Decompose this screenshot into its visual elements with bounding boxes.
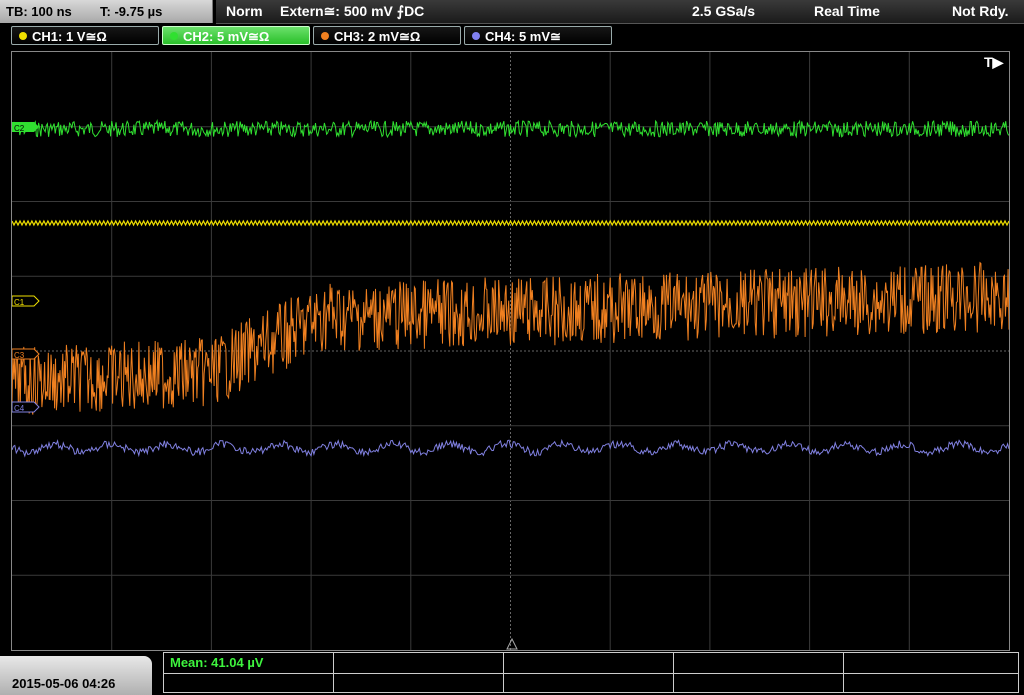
- channel-1-color-icon: [19, 32, 27, 40]
- timebase-value: TB: 100 ns: [6, 4, 72, 19]
- channel-4-marker-label: C4: [14, 404, 25, 413]
- channel-4-marker[interactable]: C4: [12, 401, 40, 413]
- channel-2-marker[interactable]: C2: [12, 122, 39, 133]
- top-status-bar: TB: 100 ns T: -9.75 µs Norm Extern≅: 500…: [0, 0, 1024, 24]
- measurement-table[interactable]: Mean: 41.04 µV: [163, 652, 1019, 693]
- run-status: Not Rdy.: [952, 3, 1009, 19]
- channel-2-color-icon: [170, 32, 178, 40]
- trigger-time-value: T: -9.75 µs: [100, 4, 163, 19]
- waveform-display[interactable]: C2 C1 C3 C4 T▶: [11, 51, 1010, 651]
- channel-4-tab[interactable]: CH4: 5 mV≅: [464, 26, 612, 45]
- measurement-cell[interactable]: Mean: 41.04 µV: [164, 653, 334, 673]
- timebase-panel[interactable]: TB: 100 ns T: -9.75 µs: [0, 0, 213, 23]
- measurement-cell[interactable]: [164, 673, 334, 693]
- acquisition-status[interactable]: Norm Extern≅: 500 mV ⨍DC 2.5 GSa/s Real …: [216, 0, 1024, 24]
- trigger-source: Extern≅: 500 mV ⨍DC: [280, 3, 425, 19]
- measurement-cell[interactable]: [334, 673, 504, 693]
- channel-4-label: CH4: 5 mV≅: [485, 29, 561, 44]
- waveform-canvas: C2 C1 C3 C4 T▶: [12, 52, 1009, 650]
- measurement-cell[interactable]: [334, 653, 504, 673]
- channel-1-marker[interactable]: C1: [12, 295, 40, 307]
- channel-1-tab[interactable]: CH1: 1 V≅Ω: [11, 26, 159, 45]
- channel-2-tab[interactable]: CH2: 5 mV≅Ω: [162, 26, 310, 45]
- channel-4-color-icon: [472, 32, 480, 40]
- channel-3-tab[interactable]: CH3: 2 mV≅Ω: [313, 26, 461, 45]
- sample-rate: 2.5 GSa/s: [692, 3, 756, 19]
- channel-bar: CH1: 1 V≅Ω CH2: 5 mV≅Ω CH3: 2 mV≅Ω CH4: …: [0, 26, 1024, 48]
- trigger-position-icon: [506, 637, 518, 650]
- bottom-bar: 2015-05-06 04:26 Mean: 41.04 µV: [0, 652, 1024, 695]
- acquisition-mode: Real Time: [814, 3, 880, 19]
- channel-3-label: CH3: 2 mV≅Ω: [334, 29, 421, 44]
- trigger-mode: Norm: [226, 3, 263, 19]
- channel-2-label: CH2: 5 mV≅Ω: [183, 29, 270, 44]
- channel-1-label: CH1: 1 V≅Ω: [32, 29, 107, 44]
- channel-1-marker-label: C1: [14, 298, 25, 307]
- trigger-position-marker[interactable]: T▶: [984, 54, 1005, 70]
- mean-measurement: Mean: 41.04 µV: [170, 655, 264, 670]
- channel-2-trace: [12, 119, 1009, 139]
- date-time-display: 2015-05-06 04:26: [0, 656, 152, 695]
- measurement-cell[interactable]: [674, 653, 844, 673]
- channel-2-marker-label: C2: [14, 124, 25, 133]
- measurement-cell[interactable]: [844, 653, 1019, 673]
- measurement-cell[interactable]: [844, 673, 1019, 693]
- measurement-cell[interactable]: [674, 673, 844, 693]
- channel-3-color-icon: [321, 32, 329, 40]
- measurement-cell[interactable]: [504, 653, 674, 673]
- channel-3-marker-label: C3: [14, 351, 25, 360]
- measurement-cell[interactable]: [504, 673, 674, 693]
- channel-3-marker[interactable]: C3: [12, 348, 40, 360]
